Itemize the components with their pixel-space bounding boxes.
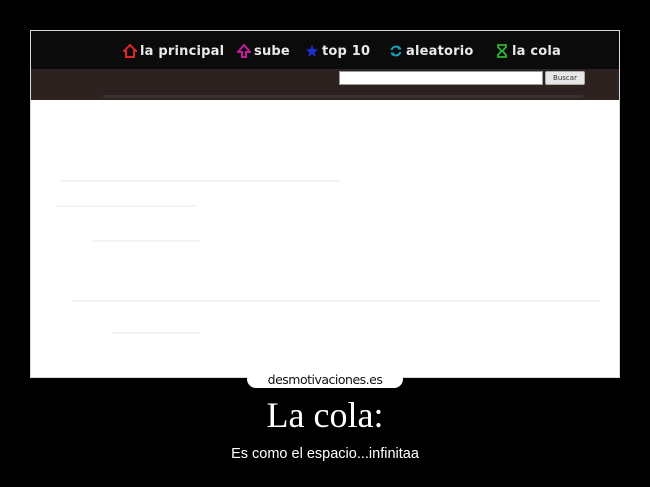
caption-subtitle: Es como el espacio...infinitaa [231,446,419,462]
nav-item-label: la cola [512,43,562,59]
content-area [31,100,619,377]
nav-item-label: sube [254,43,290,59]
faint-line [71,300,601,302]
content-border [103,95,583,98]
nav-item-label: la principal [140,43,225,59]
faint-line [91,240,201,242]
nav-item-top-10[interactable]: top 10 [305,43,370,59]
star-icon [305,44,319,58]
search-input[interactable] [339,71,543,85]
nav-item-la-principal[interactable]: la principal [123,43,224,59]
top-navigation-bar: la principal sube top 10 aleatorio la co [31,31,619,70]
faint-line [61,180,341,182]
search-button[interactable]: Buscar [545,71,585,85]
up-arrow-icon [237,44,251,58]
caption-title: La cola: [266,395,384,435]
hourglass-icon [495,44,509,58]
faint-line [111,332,201,334]
brand-text: desmotivaciones.es [267,371,383,387]
nav-item-label: aleatorio [406,43,474,59]
nav-item-la-cola[interactable]: la cola [495,43,561,59]
faint-line [56,205,196,207]
refresh-icon [389,44,403,58]
home-icon [123,44,137,58]
nav-item-label: top 10 [322,43,371,59]
poster-frame: la principal sube top 10 aleatorio la co [30,30,620,378]
nav-item-aleatorio[interactable]: aleatorio [389,43,474,59]
nav-item-sube[interactable]: sube [237,43,290,59]
brand-logo: desmotivaciones.es [247,370,403,388]
